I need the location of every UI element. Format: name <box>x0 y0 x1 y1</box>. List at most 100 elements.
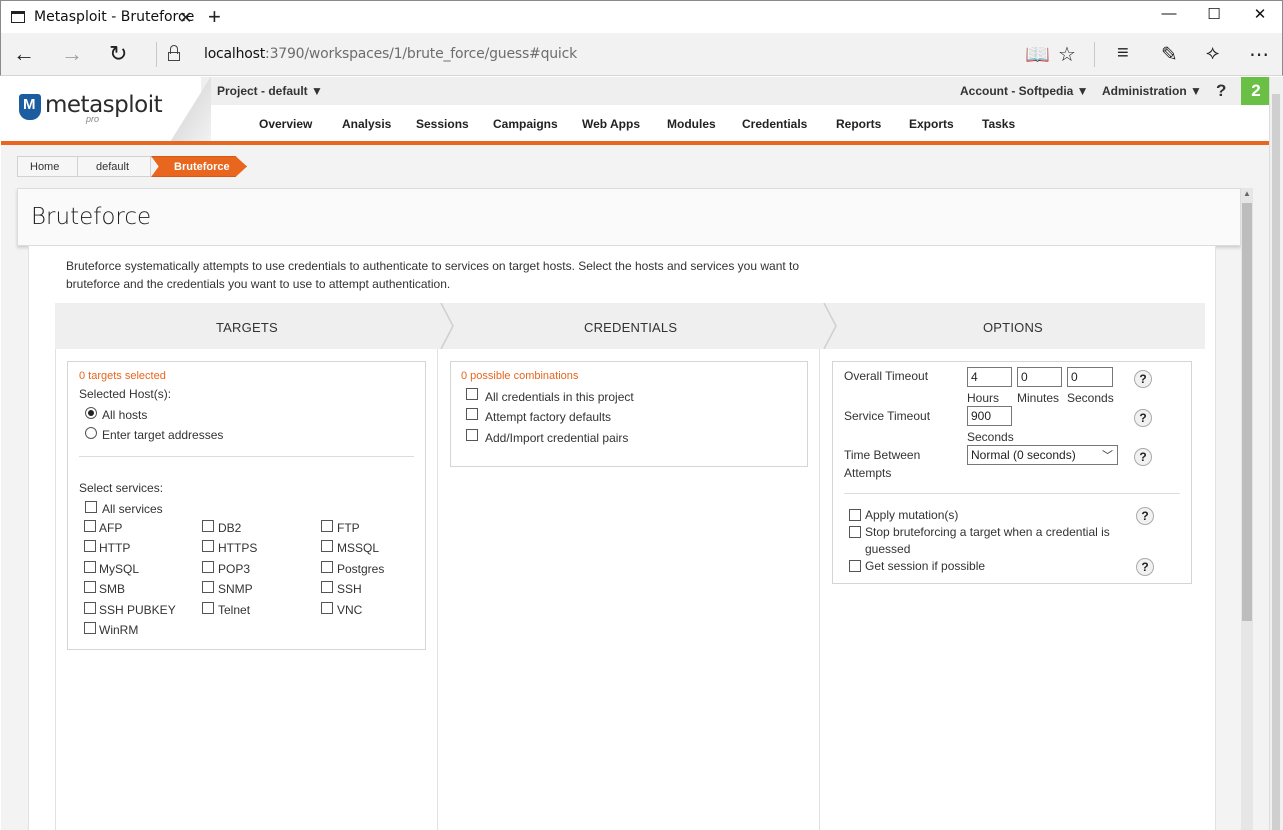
web-note-icon[interactable]: ✎ <box>1161 42 1178 67</box>
service-checkbox-mssql[interactable] <box>321 540 333 552</box>
service-label[interactable]: HTTPS <box>218 541 257 555</box>
service-checkbox-vnc[interactable] <box>321 602 333 614</box>
service-checkbox-afp[interactable] <box>84 520 96 532</box>
all-credentials-label[interactable]: All credentials in this project <box>485 390 634 404</box>
hub-icon[interactable]: ≡ <box>1117 42 1129 65</box>
all-credentials-checkbox[interactable] <box>466 388 478 400</box>
back-icon[interactable]: ← <box>13 41 35 67</box>
timeout-minutes-input[interactable]: 0 <box>1017 367 1062 387</box>
time-between-help-icon[interactable]: ? <box>1134 448 1152 466</box>
step-options[interactable]: OPTIONS <box>983 320 1043 335</box>
service-label[interactable]: MySQL <box>99 562 139 576</box>
service-checkbox-telnet[interactable] <box>202 602 214 614</box>
service-label[interactable]: SMB <box>99 582 125 596</box>
service-checkbox-postgres[interactable] <box>321 561 333 573</box>
maximize-button[interactable]: ☐ <box>1191 5 1237 29</box>
service-label[interactable]: DB2 <box>218 521 241 535</box>
mutation-help-icon[interactable]: ? <box>1136 507 1154 525</box>
import-pairs-checkbox[interactable] <box>466 429 478 441</box>
tab-close-icon[interactable]: ✕ <box>179 8 192 28</box>
service-checkbox-ssh-pubkey[interactable] <box>84 602 96 614</box>
nav-campaigns[interactable]: Campaigns <box>493 117 558 131</box>
time-between-select[interactable]: Normal (0 seconds) ﹀ <box>967 445 1118 465</box>
minimize-button[interactable]: — <box>1146 5 1192 29</box>
service-label[interactable]: SSH <box>337 582 362 596</box>
factory-defaults-checkbox[interactable] <box>466 408 478 420</box>
apply-mutation-checkbox[interactable] <box>849 509 861 521</box>
service-checkbox-smb[interactable] <box>84 581 96 593</box>
factory-defaults-label[interactable]: Attempt factory defaults <box>485 410 611 424</box>
content-scroll-thumb[interactable] <box>1242 203 1252 621</box>
service-checkbox-https[interactable] <box>202 540 214 552</box>
service-checkbox-snmp[interactable] <box>202 581 214 593</box>
stop-bruteforcing-label[interactable]: Stop bruteforcing a target when a creden… <box>865 525 1110 539</box>
browser-scroll-thumb[interactable] <box>1272 94 1280 830</box>
new-tab-icon[interactable]: + <box>208 4 221 30</box>
nav-credentials[interactable]: Credentials <box>742 117 807 131</box>
all-hosts-label[interactable]: All hosts <box>102 408 147 422</box>
import-pairs-label[interactable]: Add/Import credential pairs <box>485 431 628 445</box>
help-icon[interactable]: ? <box>1216 81 1226 101</box>
url-field[interactable]: localhost:3790/workspaces/1/brute_force/… <box>204 46 577 62</box>
refresh-icon[interactable]: ↻ <box>109 41 127 67</box>
nav-reports[interactable]: Reports <box>836 117 881 131</box>
reading-view-icon[interactable]: 📖 <box>1025 42 1050 67</box>
service-label[interactable]: MSSQL <box>337 541 379 555</box>
nav-modules[interactable]: Modules <box>667 117 716 131</box>
get-session-help-icon[interactable]: ? <box>1136 558 1154 576</box>
service-label[interactable]: Telnet <box>218 603 250 617</box>
stop-bruteforcing-checkbox[interactable] <box>849 526 861 538</box>
browser-tab[interactable]: Metasploit - Bruteforce ✕ <box>1 1 200 33</box>
service-timeout-help-icon[interactable]: ? <box>1134 409 1152 427</box>
service-checkbox-mysql[interactable] <box>84 561 96 573</box>
service-checkbox-winrm[interactable] <box>84 622 96 634</box>
timeout-hours-input[interactable]: 4 <box>967 367 1012 387</box>
service-checkbox-ssh[interactable] <box>321 581 333 593</box>
enter-targets-label[interactable]: Enter target addresses <box>102 428 223 442</box>
nav-analysis[interactable]: Analysis <box>342 117 391 131</box>
favorite-star-icon[interactable]: ☆ <box>1058 42 1076 67</box>
forward-icon[interactable]: → <box>61 41 83 67</box>
nav-web-apps[interactable]: Web Apps <box>582 117 640 131</box>
share-icon[interactable]: ⟡ <box>1206 42 1219 65</box>
service-label[interactable]: SNMP <box>218 582 253 596</box>
account-menu[interactable]: Account - Softpedia ▼ <box>960 84 1089 98</box>
more-icon[interactable]: ⋯ <box>1249 42 1269 67</box>
nav-tasks[interactable]: Tasks <box>982 117 1015 131</box>
service-checkbox-http[interactable] <box>84 540 96 552</box>
breadcrumb-home[interactable]: Home <box>17 156 78 177</box>
service-label[interactable]: AFP <box>99 521 122 535</box>
service-label[interactable]: VNC <box>337 603 362 617</box>
scroll-up-icon[interactable]: ▲ <box>1243 189 1251 198</box>
service-label[interactable]: Postgres <box>337 562 384 576</box>
overall-timeout-help-icon[interactable]: ? <box>1134 370 1152 388</box>
breadcrumb-default[interactable]: default <box>78 156 151 177</box>
nav-exports[interactable]: Exports <box>909 117 954 131</box>
get-session-label[interactable]: Get session if possible <box>865 559 985 573</box>
project-selector[interactable]: Project - default ▼ <box>217 84 323 98</box>
get-session-checkbox[interactable] <box>849 560 861 572</box>
apply-mutation-label[interactable]: Apply mutation(s) <box>865 508 958 522</box>
service-checkbox-pop3[interactable] <box>202 561 214 573</box>
service-checkbox-db2[interactable] <box>202 520 214 532</box>
service-label[interactable]: FTP <box>337 521 360 535</box>
service-timeout-input[interactable]: 900 <box>967 406 1012 426</box>
administration-menu[interactable]: Administration ▼ <box>1102 84 1202 98</box>
stop-bruteforcing-label-2[interactable]: guessed <box>865 542 910 556</box>
enter-targets-radio[interactable] <box>85 427 97 439</box>
nav-sessions[interactable]: Sessions <box>416 117 469 131</box>
step-targets[interactable]: TARGETS <box>216 320 278 335</box>
all-hosts-radio[interactable] <box>85 407 97 419</box>
close-window-button[interactable]: ✕ <box>1237 5 1283 29</box>
service-checkbox-ftp[interactable] <box>321 520 333 532</box>
nav-overview[interactable]: Overview <box>259 117 312 131</box>
notification-badge[interactable]: 2 <box>1241 77 1271 105</box>
timeout-seconds-input[interactable]: 0 <box>1067 367 1113 387</box>
step-credentials[interactable]: CREDENTIALS <box>584 320 677 335</box>
all-services-checkbox[interactable] <box>85 501 97 513</box>
service-label[interactable]: WinRM <box>99 623 138 637</box>
service-label[interactable]: SSH PUBKEY <box>99 603 176 617</box>
all-services-label[interactable]: All services <box>102 502 163 516</box>
service-label[interactable]: HTTP <box>99 541 130 555</box>
service-label[interactable]: POP3 <box>218 562 250 576</box>
